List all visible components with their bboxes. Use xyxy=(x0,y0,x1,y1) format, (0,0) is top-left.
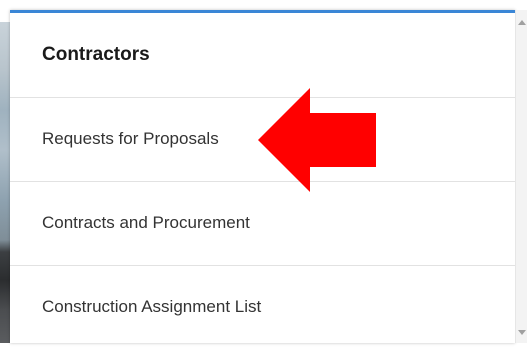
scrollbar[interactable] xyxy=(515,10,527,343)
menu-header-title: Contractors xyxy=(42,44,150,65)
left-arrow-icon xyxy=(258,88,376,192)
background-image xyxy=(0,0,10,343)
menu-item-label: Construction Assignment List xyxy=(42,297,262,316)
menu-item-construction-assignment-list[interactable]: Construction Assignment List xyxy=(10,266,515,350)
menu-item-label: Requests for Proposals xyxy=(42,129,219,148)
menu-item-label: Contracts and Procurement xyxy=(42,213,250,232)
scroll-down-icon[interactable] xyxy=(518,330,526,335)
scroll-up-icon[interactable] xyxy=(518,20,526,25)
